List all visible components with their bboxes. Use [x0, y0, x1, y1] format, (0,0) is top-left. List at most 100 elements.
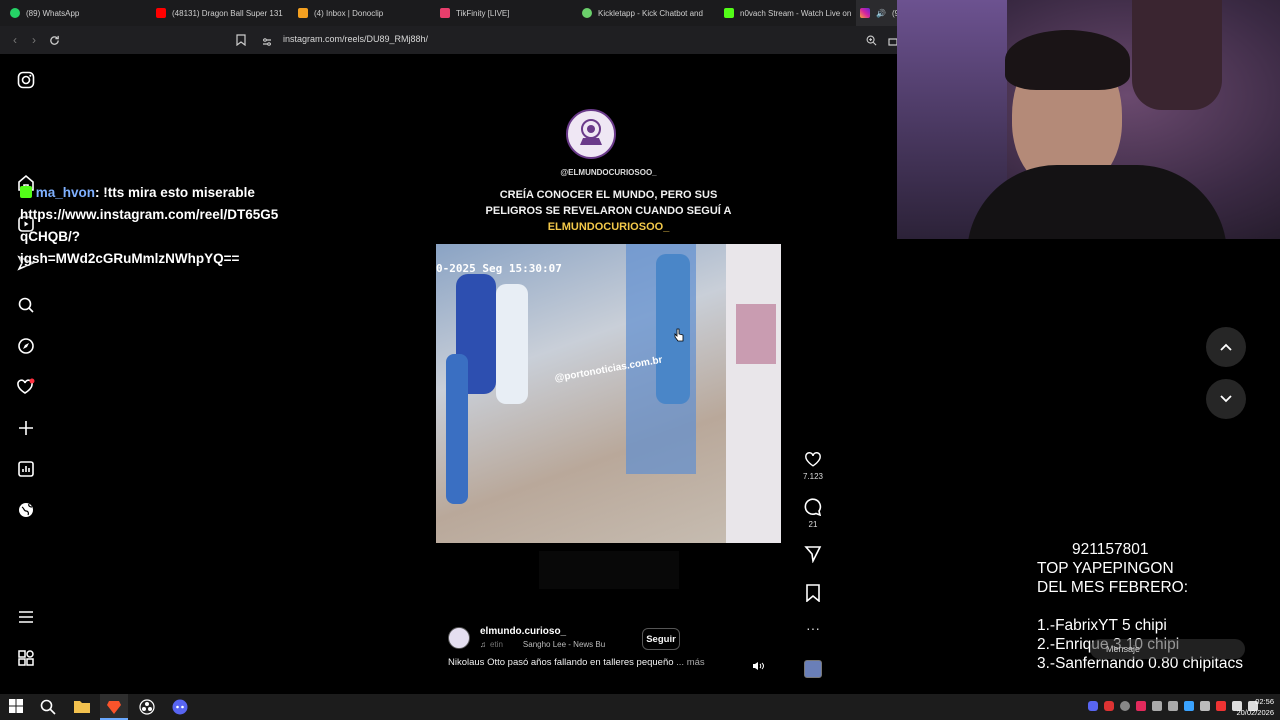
leaderboard-entry: 1.-FabrixYT 5 chipi [1037, 617, 1167, 634]
tab-label: (89) WhatsApp [26, 8, 80, 18]
tikfinity-icon [440, 8, 450, 18]
like-action[interactable]: 7.123 [800, 451, 826, 481]
scene-counter [726, 244, 781, 543]
reel-header-area: @ELMUNDOCURIOSOO_ CREÍA CONOCER EL MUNDO… [436, 67, 781, 245]
comment-icon[interactable] [804, 498, 822, 516]
audio-line[interactable]: ♫ etin Sangho Lee - News Bu [480, 640, 605, 649]
clock-date: 20/02/2026 [1236, 708, 1274, 717]
tab-label: (48131) Dragon Ball Super 131 [172, 8, 283, 18]
tray-discord-icon[interactable] [1088, 701, 1098, 711]
chat-text: igsh=MWd2cGRuMmlzNWhpYQ== [20, 251, 240, 266]
forward-icon[interactable]: › [24, 30, 44, 50]
tray-app-icon[interactable] [1152, 701, 1162, 711]
brave-icon[interactable] [106, 699, 122, 715]
search-icon[interactable] [16, 295, 36, 315]
tab-label: (4) Inbox | Donoclip [314, 8, 384, 18]
tray-obs-icon[interactable] [1120, 701, 1130, 711]
tab-tikfinity[interactable]: TikFinity [LIVE] [430, 0, 572, 26]
more-options-icon[interactable]: ··· [800, 621, 826, 635]
scene-poster [736, 304, 776, 364]
video-timestamp: 0-2025 Seg 15:30:07 [436, 262, 562, 275]
taskbar-search-icon[interactable] [40, 699, 56, 715]
url-field[interactable]: instagram.com/reels/DU89_RMj88h/ [283, 34, 428, 44]
channel-logo [566, 109, 616, 159]
next-reel-button[interactable] [1206, 379, 1246, 419]
hand-cursor-icon [674, 328, 684, 347]
follow-button[interactable]: Seguir [642, 628, 680, 650]
reel-player[interactable]: @ELMUNDOCURIOSOO_ CREÍA CONOCER EL MUNDO… [436, 67, 781, 681]
webcam-feed [897, 0, 1280, 239]
back-icon[interactable]: ‹ [5, 30, 25, 50]
tray-app-icon[interactable] [1136, 701, 1146, 711]
reel-description[interactable]: Nikolaus Otto pasó años fallando en tall… [448, 657, 705, 668]
tab-label: Kickletapp - Kick Chatbot and [598, 8, 703, 18]
tray-app-icon[interactable] [1216, 701, 1226, 711]
zoom-icon[interactable] [866, 33, 877, 51]
chat-text: : !tts mira esto miserable [95, 185, 255, 200]
tab-youtube[interactable]: (48131) Dragon Ball Super 131 [146, 0, 288, 26]
audio-prefix: etin [490, 640, 503, 649]
mute-icon[interactable] [752, 658, 764, 676]
webcam-hair [1005, 30, 1130, 90]
tab-kicklet[interactable]: Kickletapp - Kick Chatbot and [572, 0, 714, 26]
comment-action[interactable]: 21 [800, 498, 826, 529]
discord-icon[interactable] [172, 699, 188, 715]
share-icon[interactable] [804, 545, 822, 563]
dashboard-icon[interactable] [16, 459, 36, 479]
author-name[interactable]: elmundo.curioso_ [480, 626, 566, 637]
chevron-up-icon [1220, 343, 1232, 351]
site-info-icon[interactable] [262, 34, 272, 52]
share-action[interactable] [800, 545, 826, 563]
tray-app-icon[interactable] [1200, 701, 1210, 711]
music-note-icon: ♫ [480, 640, 486, 649]
author-avatar[interactable] [448, 627, 470, 649]
windows-taskbar: 02:56 20/02/2026 [0, 694, 1280, 720]
tab-whatsapp[interactable]: (89) WhatsApp [0, 0, 146, 26]
more-link[interactable]: ... más [676, 657, 705, 668]
heart-icon[interactable] [804, 451, 822, 468]
explore-icon[interactable] [16, 336, 36, 356]
address-bar: ‹ › instagram.com/reels/DU89_RMj88h/ [0, 26, 898, 54]
comment-count: 21 [808, 520, 818, 529]
donoclip-icon [298, 8, 308, 18]
message-pill[interactable]: Mensaje [1090, 639, 1245, 659]
menu-icon[interactable] [16, 607, 36, 627]
kicklet-icon [582, 8, 592, 18]
clock-time: 02:56 [1255, 697, 1274, 706]
tray-mic-icon[interactable] [1104, 701, 1114, 711]
audio-name: Sangho Lee - News Bu [522, 640, 606, 649]
threads-globe-icon[interactable] [16, 500, 36, 520]
leaderboard-title: DEL MES FEBRERO: [1037, 579, 1189, 596]
scene-person [446, 354, 468, 504]
obs-icon[interactable] [139, 699, 155, 715]
create-icon[interactable] [16, 418, 36, 438]
notifications-heart-icon[interactable] [16, 377, 36, 397]
tray-app-icon[interactable] [1168, 701, 1178, 711]
scene-person [496, 284, 528, 404]
audio-thumbnail[interactable] [800, 660, 826, 678]
bookmark-icon[interactable] [805, 584, 821, 602]
description-text: Nikolaus Otto pasó años fallando en tall… [448, 657, 674, 668]
chat-username: ma_hvon [35, 185, 96, 200]
kick-icon [724, 8, 734, 18]
tab-kick-stream[interactable]: n0vach Stream - Watch Live on [714, 0, 856, 26]
speaker-icon[interactable]: 🔊 [876, 9, 886, 18]
tab-instagram[interactable]: 🔊 (9 [856, 0, 897, 26]
file-explorer-icon[interactable] [74, 699, 90, 715]
bookmark-icon[interactable] [236, 33, 246, 51]
tray-steam-icon[interactable] [1184, 701, 1194, 711]
caption-line: CREÍA CONOCER EL MUNDO, PERO SUS [499, 189, 718, 201]
reload-icon[interactable] [44, 30, 64, 50]
instagram-logo-icon[interactable] [16, 70, 36, 90]
save-action[interactable] [800, 584, 826, 602]
instagram-icon [860, 8, 870, 18]
webcam-clothes [1132, 0, 1222, 110]
clock[interactable]: 02:56 20/02/2026 [1228, 696, 1274, 718]
windows-start-icon[interactable] [9, 699, 25, 715]
tab-donoclip[interactable]: (4) Inbox | Donoclip [288, 0, 430, 26]
more-apps-icon[interactable] [16, 648, 36, 668]
reel-video-frame[interactable]: 0-2025 Seg 15:30:07 @portonoticias.com.b… [436, 244, 781, 543]
youtube-icon [156, 8, 166, 18]
yape-number: 921157801 [1072, 541, 1149, 558]
previous-reel-button[interactable] [1206, 327, 1246, 367]
